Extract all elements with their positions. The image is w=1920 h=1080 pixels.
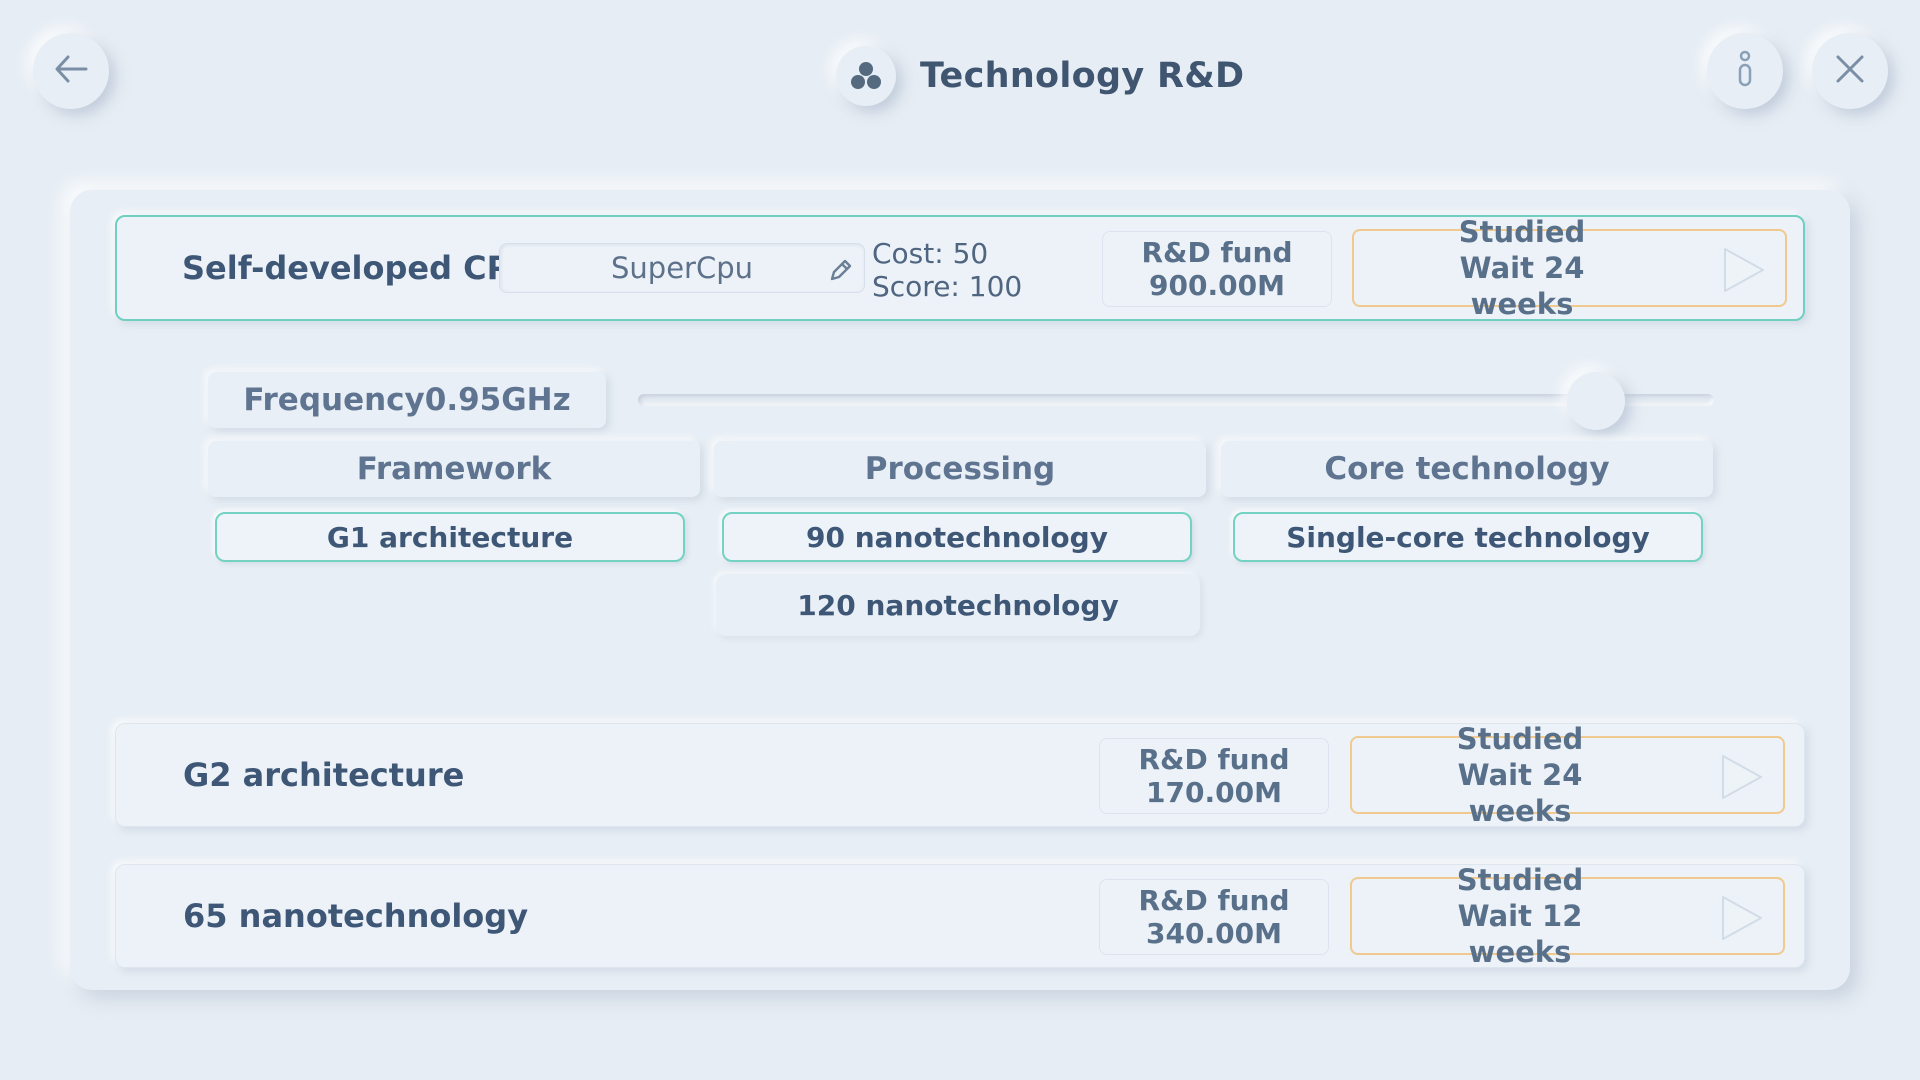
fund-value: 340.00M — [1146, 917, 1282, 950]
option-90-nanotechnology[interactable]: 90 nanotechnology — [722, 512, 1192, 562]
cpu-name-input[interactable]: SuperCpu — [499, 243, 865, 293]
rd-fund-box: R&D fund 170.00M — [1099, 738, 1329, 814]
core-technology-header: Core technology — [1221, 441, 1713, 497]
processing-header: Processing — [714, 441, 1206, 497]
play-icon — [1719, 893, 1765, 951]
option-g1-architecture[interactable]: G1 architecture — [215, 512, 685, 562]
rd-fund-box: R&D fund 340.00M — [1099, 879, 1329, 955]
fund-value: 170.00M — [1146, 776, 1282, 809]
back-button[interactable] — [33, 33, 109, 109]
research-row-g2-architecture[interactable]: G2 architecture R&D fund 170.00M Studied… — [115, 723, 1805, 827]
pencil-icon[interactable] — [828, 256, 854, 290]
play-icon — [1719, 752, 1765, 810]
frequency-slider-thumb[interactable] — [1567, 372, 1625, 430]
info-button[interactable] — [1707, 33, 1783, 109]
fund-label: R&D fund — [1138, 743, 1289, 776]
three-circles-icon — [836, 46, 896, 106]
research-start-button[interactable]: Studied Wait 24 weeks — [1350, 736, 1785, 814]
cost-score: Cost: 50 Score: 100 — [872, 237, 1022, 303]
cpu-research-row[interactable]: Self-developed CPU SuperCpu Cost: 50 Sco… — [115, 215, 1805, 321]
cpu-name-value: SuperCpu — [611, 251, 753, 285]
header: Technology R&D — [836, 46, 1244, 106]
page-title: Technology R&D — [920, 56, 1244, 96]
wait-text: Wait 24 weeks — [1404, 250, 1640, 322]
info-icon — [1735, 49, 1755, 93]
fund-value: 900.00M — [1149, 269, 1285, 302]
option-120-nanotechnology[interactable]: 120 nanotechnology — [716, 574, 1200, 636]
wait-text: Wait 12 weeks — [1402, 898, 1638, 970]
row-title: 65 nanotechnology — [183, 865, 528, 967]
frequency-slider-track[interactable] — [638, 394, 1714, 406]
status-text: Studied — [1402, 721, 1638, 757]
framework-header: Framework — [208, 441, 700, 497]
score-text: Score: 100 — [872, 270, 1022, 303]
fund-label: R&D fund — [1138, 884, 1289, 917]
research-row-65-nanotechnology[interactable]: 65 nanotechnology R&D fund 340.00M Studi… — [115, 864, 1805, 968]
fund-label: R&D fund — [1141, 236, 1292, 269]
back-arrow-icon — [54, 54, 88, 88]
status-text: Studied — [1404, 214, 1640, 250]
row-title: Self-developed CPU — [182, 217, 536, 319]
close-button[interactable] — [1812, 33, 1888, 109]
close-icon — [1835, 54, 1865, 88]
frequency-label: Frequency0.95GHz — [208, 372, 606, 428]
play-icon — [1721, 245, 1767, 303]
wait-text: Wait 24 weeks — [1402, 757, 1638, 829]
research-start-button[interactable]: Studied Wait 12 weeks — [1350, 877, 1785, 955]
rd-fund-box: R&D fund 900.00M — [1102, 231, 1332, 307]
row-title: G2 architecture — [183, 724, 464, 826]
cost-text: Cost: 50 — [872, 237, 1022, 270]
status-text: Studied — [1402, 862, 1638, 898]
option-single-core-technology[interactable]: Single-core technology — [1233, 512, 1703, 562]
research-start-button[interactable]: Studied Wait 24 weeks — [1352, 229, 1787, 307]
